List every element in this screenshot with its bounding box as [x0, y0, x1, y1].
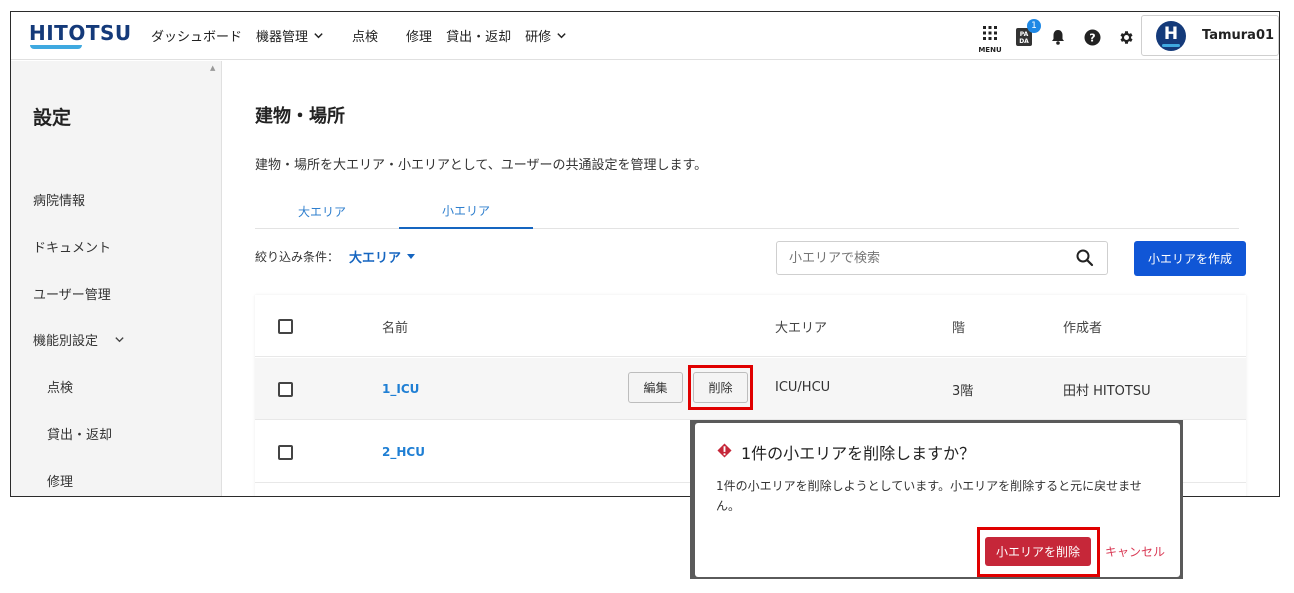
area-large-area: ICU/HCU: [775, 380, 831, 395]
header-icons: MENU PA DA 1 ?: [973, 19, 1143, 54]
area-floor: 3階: [952, 384, 974, 399]
table-row[interactable]: 1_ICU 編集 削除 ICU/HCU 3階 田村 HITOTSU: [255, 358, 1246, 420]
area-name-link[interactable]: 2_HCU: [382, 445, 425, 459]
notifications-button[interactable]: [1041, 20, 1075, 54]
chevron-down-icon: [115, 337, 124, 343]
avatar: H: [1156, 20, 1186, 51]
nav-label: 研修: [525, 30, 552, 45]
notification-badge: 1: [1027, 19, 1041, 33]
edit-button[interactable]: 編集: [628, 372, 683, 403]
column-header-floor[interactable]: 階: [952, 317, 965, 336]
area-tabs: 大エリア 小エリア: [255, 193, 1239, 229]
table-header-row: 名前 大エリア 階 作成者: [255, 295, 1246, 357]
sidebar-item-label: 修理: [47, 475, 74, 490]
create-small-area-button[interactable]: 小エリアを作成: [1134, 241, 1246, 276]
menu-label: MENU: [978, 46, 1002, 54]
main-nav: ダッシュボード 機器管理 点検 修理 貸出・返却 研修: [151, 26, 581, 45]
search-input[interactable]: [776, 241, 1108, 275]
sidebar-item-label: ユーザー管理: [33, 288, 111, 303]
area-creator: 田村 HITOTSU: [1063, 384, 1151, 399]
page-description: 建物・場所を大エリア・小エリアとして、ユーザーの共通設定を管理します。: [255, 158, 708, 173]
sidebar-item-hospital-info[interactable]: 病院情報: [33, 190, 85, 209]
scroll-up-icon[interactable]: ▲: [210, 64, 215, 72]
delete-button[interactable]: 削除: [693, 372, 748, 403]
help-button[interactable]: ?: [1075, 20, 1109, 54]
column-header-creator[interactable]: 作成者: [1063, 317, 1102, 336]
nav-equipment[interactable]: 機器管理: [256, 26, 324, 45]
nav-label: 修理: [406, 30, 433, 45]
gear-icon: [1119, 30, 1133, 44]
search-icon[interactable]: [1075, 248, 1095, 268]
user-menu[interactable]: H Tamura01: [1141, 15, 1279, 56]
grid-icon: [983, 26, 997, 40]
filter-dropdown[interactable]: 大エリア: [349, 247, 416, 266]
sidebar-item-documents[interactable]: ドキュメント: [33, 237, 111, 256]
nav-label: 貸出・返却: [446, 30, 512, 45]
row-checkbox[interactable]: [278, 382, 293, 397]
nav-repair[interactable]: 修理: [406, 26, 432, 45]
pda-button[interactable]: PA DA 1: [1007, 19, 1041, 54]
dialog-title: 1件の小エリアを削除しますか？: [741, 444, 976, 463]
delete-confirm-dialog: 1件の小エリアを削除しますか？ 1件の小エリアを削除しようとしています。小エリア…: [695, 423, 1180, 577]
chevron-down-icon: [314, 33, 323, 39]
filter-value: 大エリア: [349, 251, 402, 266]
nav-training[interactable]: 研修: [525, 26, 567, 45]
sidebar-item-label: 病院情報: [33, 194, 86, 209]
sidebar-item-feature-settings[interactable]: 機能別設定: [33, 330, 125, 349]
nav-label: ダッシュボード: [151, 30, 243, 45]
tab-label: 大エリア: [297, 204, 346, 219]
top-header: HITOTSU ダッシュボード 機器管理 点検 修理 貸出・返却 研修 MENU: [11, 12, 1279, 60]
warning-icon: [717, 443, 732, 458]
column-header-large-area[interactable]: 大エリア: [775, 317, 827, 336]
page-title: 建物・場所: [255, 106, 345, 127]
column-header-name[interactable]: 名前: [382, 317, 408, 336]
confirm-delete-button[interactable]: 小エリアを削除: [985, 537, 1091, 566]
help-icon: ?: [1084, 29, 1100, 45]
nav-label: 点検: [352, 30, 379, 45]
svg-text:PA: PA: [1020, 31, 1029, 38]
logo[interactable]: HITOTSU: [29, 21, 132, 45]
menu-button[interactable]: MENU: [973, 20, 1007, 54]
dialog-body: 1件の小エリアを削除しようとしています。小エリアを削除すると元に戻せません。: [716, 479, 1142, 513]
nav-label: 機器管理: [256, 30, 309, 45]
area-name-link[interactable]: 1_ICU: [382, 382, 419, 396]
select-all-checkbox[interactable]: [278, 319, 293, 334]
nav-lending[interactable]: 貸出・返却: [446, 26, 511, 45]
settings-button[interactable]: [1109, 20, 1143, 54]
sidebar-item-label: 機能別設定: [33, 334, 99, 349]
bell-icon: [1052, 30, 1064, 45]
sidebar-item-label: 貸出・返却: [47, 428, 113, 443]
tab-small-area[interactable]: 小エリア: [399, 193, 533, 229]
sidebar-item-repair[interactable]: 修理: [47, 471, 73, 490]
nav-inspection[interactable]: 点検: [352, 26, 378, 45]
chevron-down-icon: [557, 33, 566, 39]
user-name: Tamura01: [1202, 28, 1275, 43]
sidebar-title: 設定: [33, 107, 72, 129]
sidebar-item-inspection[interactable]: 点検: [47, 377, 73, 396]
nav-dashboard[interactable]: ダッシュボード: [151, 26, 242, 45]
sidebar-item-label: ドキュメント: [33, 241, 112, 256]
sidebar-item-user-management[interactable]: ユーザー管理: [33, 284, 111, 303]
row-checkbox[interactable]: [278, 445, 293, 460]
avatar-initial: H: [1163, 23, 1179, 44]
sidebar-item-lending[interactable]: 貸出・返却: [47, 424, 112, 443]
sidebar: ▲ 設定 病院情報 ドキュメント ユーザー管理 機能別設定 点検 貸出・返却 修…: [11, 61, 222, 496]
svg-text:DA: DA: [1019, 38, 1029, 45]
logo-underline: [30, 45, 82, 49]
svg-text:?: ?: [1089, 31, 1095, 44]
filter-label: 絞り込み条件：: [255, 250, 340, 264]
caret-down-icon: [407, 254, 416, 259]
cancel-button[interactable]: キャンセル: [1105, 543, 1165, 560]
tab-label: 小エリア: [441, 203, 490, 218]
sidebar-item-label: 点検: [47, 381, 74, 396]
tab-large-area[interactable]: 大エリア: [265, 193, 379, 229]
